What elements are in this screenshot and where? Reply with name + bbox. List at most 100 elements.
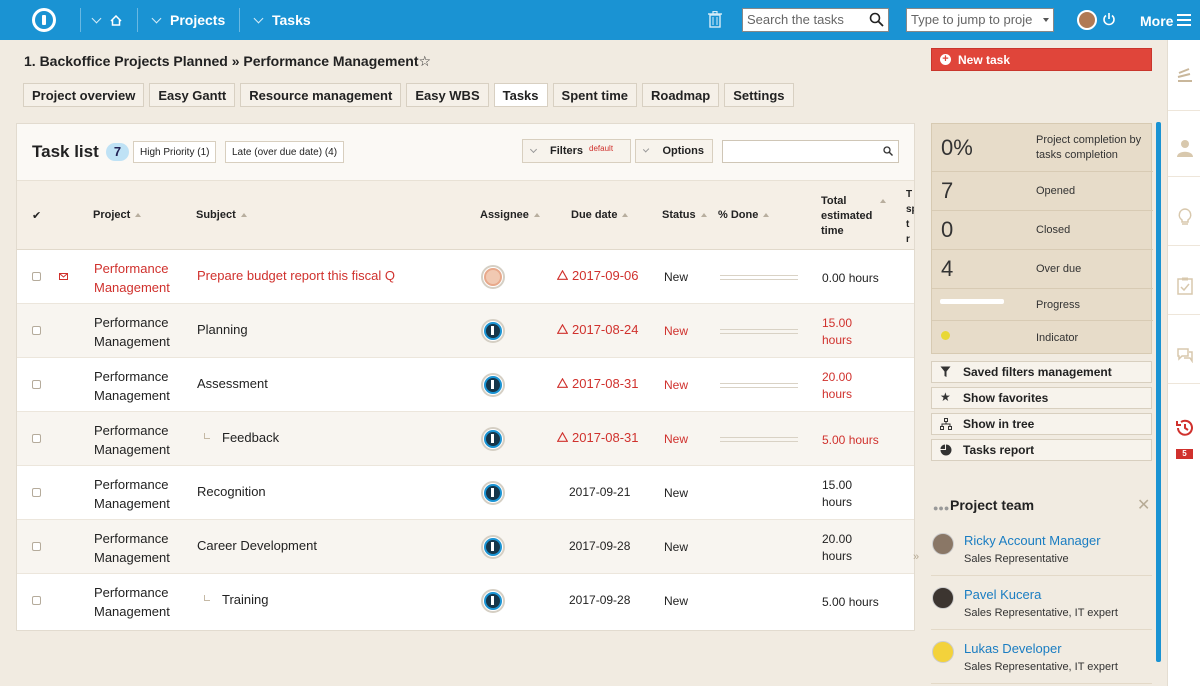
- collapse-sidebar-icon[interactable]: »: [913, 551, 919, 563]
- project-line-2: Management: [94, 442, 170, 457]
- more-menu-label[interactable]: More: [1140, 13, 1173, 29]
- hamburger-icon[interactable]: [1177, 14, 1191, 29]
- project-cell[interactable]: Performance Management: [94, 529, 189, 567]
- subject-cell[interactable]: Feedback: [204, 430, 279, 445]
- subject-cell[interactable]: Career Development: [197, 538, 317, 553]
- tasks-report-button[interactable]: Tasks report: [931, 439, 1152, 461]
- stat-overdue[interactable]: 4 Over due: [932, 250, 1153, 289]
- breadcrumb-text[interactable]: 1. Backoffice Projects Planned » Perform…: [24, 53, 418, 69]
- project-cell[interactable]: Performance Management: [94, 259, 189, 297]
- stat-opened[interactable]: 7 Opened: [932, 172, 1153, 211]
- tab-settings[interactable]: Settings: [724, 83, 794, 107]
- app-logo-icon[interactable]: [32, 8, 56, 32]
- member-avatar[interactable]: [932, 587, 954, 609]
- row-checkbox[interactable]: [32, 380, 41, 389]
- team-member[interactable]: Lukas Developer Sales Representative, IT…: [931, 634, 1152, 684]
- scrollbar[interactable]: [1156, 122, 1161, 662]
- assignee-avatar[interactable]: [481, 535, 505, 559]
- column-assignee[interactable]: Assignee: [480, 209, 540, 221]
- late-filter-pill[interactable]: Late (over due date) (4): [225, 141, 345, 163]
- table-row[interactable]: Performance Management Assessment 2017-08…: [17, 358, 914, 412]
- rail-item-user[interactable]: [1168, 120, 1200, 177]
- trash-icon[interactable]: [708, 11, 722, 28]
- tab-tasks[interactable]: Tasks: [493, 83, 548, 107]
- assignee-avatar[interactable]: [481, 481, 505, 505]
- tab-easy-gantt[interactable]: Easy Gantt: [149, 83, 236, 107]
- table-row[interactable]: Performance Management Training 2017-09-2…: [17, 574, 914, 628]
- tasks-menu[interactable]: Tasks: [253, 0, 311, 40]
- show-favorites-button[interactable]: ★ Show favorites: [931, 387, 1152, 409]
- user-avatar[interactable]: [1077, 10, 1097, 30]
- tab-resource-management[interactable]: Resource management: [240, 83, 402, 107]
- member-name[interactable]: Lukas Developer: [964, 641, 1062, 656]
- envelope-icon[interactable]: [59, 273, 68, 280]
- rail-item-chat[interactable]: [1168, 327, 1200, 384]
- rail-item-checklist[interactable]: [1168, 258, 1200, 315]
- assignee-avatar[interactable]: [481, 265, 505, 289]
- column-done[interactable]: % Done: [718, 209, 770, 221]
- task-list-search-input[interactable]: [722, 140, 899, 163]
- table-row[interactable]: Performance Management Career Development…: [17, 520, 914, 574]
- column-status[interactable]: Status: [662, 209, 707, 221]
- subject-cell[interactable]: Assessment: [197, 376, 268, 391]
- assignee-avatar[interactable]: [481, 373, 505, 397]
- column-spent-time-cut[interactable]: T sp t r: [906, 187, 914, 247]
- projects-menu[interactable]: Projects: [151, 0, 225, 40]
- assignee-avatar[interactable]: [481, 589, 505, 613]
- power-icon[interactable]: [1102, 12, 1116, 26]
- table-row[interactable]: Performance Management Feedback 2017-08-3…: [17, 412, 914, 466]
- tab-roadmap[interactable]: Roadmap: [642, 83, 720, 107]
- close-icon[interactable]: ✕: [1137, 495, 1150, 515]
- saved-filters-button[interactable]: Saved filters management: [931, 361, 1152, 383]
- show-in-tree-button[interactable]: Show in tree: [931, 413, 1152, 435]
- project-cell[interactable]: Performance Management: [94, 367, 189, 405]
- subject-cell[interactable]: Recognition: [197, 484, 266, 499]
- project-cell[interactable]: Performance Management: [94, 421, 189, 459]
- row-checkbox[interactable]: [32, 596, 41, 605]
- table-row[interactable]: Performance Management Recognition 2017-0…: [17, 466, 914, 520]
- member-name[interactable]: Ricky Account Manager: [964, 533, 1101, 548]
- rail-item-history[interactable]: [1168, 396, 1200, 486]
- subject-cell[interactable]: Training: [204, 592, 268, 607]
- search-icon[interactable]: [883, 146, 893, 156]
- filters-button[interactable]: Filters default: [522, 139, 631, 163]
- row-checkbox[interactable]: [32, 488, 41, 497]
- project-cell[interactable]: Performance Management: [94, 583, 189, 621]
- high-priority-filter-pill[interactable]: High Priority (1): [133, 141, 217, 163]
- project-cell[interactable]: Performance Management: [94, 313, 189, 351]
- new-task-button[interactable]: + New task: [931, 48, 1152, 71]
- home-nav[interactable]: [91, 0, 122, 40]
- team-member[interactable]: Ricky Account Manager Sales Representati…: [931, 526, 1152, 576]
- member-avatar[interactable]: [932, 641, 954, 663]
- stat-closed[interactable]: 0 Closed: [932, 211, 1153, 250]
- star-icon[interactable]: ☆: [418, 53, 431, 69]
- select-all-checkmark-icon[interactable]: ✔: [32, 209, 41, 222]
- row-checkbox[interactable]: [32, 434, 41, 443]
- jump-to-project-select[interactable]: Type to jump to proje: [906, 8, 1054, 32]
- tab-project-overview[interactable]: Project overview: [23, 83, 145, 107]
- row-checkbox[interactable]: [32, 326, 41, 335]
- column-estimated-time[interactable]: Total estimated time: [821, 194, 887, 239]
- table-row[interactable]: Performance Management Prepare budget rep…: [17, 250, 914, 304]
- options-button[interactable]: Options: [635, 139, 713, 163]
- column-subject[interactable]: Subject: [196, 209, 247, 221]
- subject-cell[interactable]: Prepare budget report this fiscal Q: [197, 268, 395, 283]
- assignee-avatar[interactable]: [481, 319, 505, 343]
- search-icon[interactable]: [869, 12, 884, 27]
- tab-easy-wbs[interactable]: Easy WBS: [406, 83, 489, 107]
- column-project[interactable]: Project: [93, 209, 142, 221]
- column-due-date[interactable]: Due date: [571, 209, 629, 221]
- table-row[interactable]: Performance Management Planning 2017-08-2…: [17, 304, 914, 358]
- search-input[interactable]: Search the tasks: [742, 8, 889, 32]
- rail-item-ideas[interactable]: [1168, 189, 1200, 246]
- team-member[interactable]: Pavel Kucera Sales Representative, IT ex…: [931, 580, 1152, 630]
- row-checkbox[interactable]: [32, 272, 41, 281]
- rail-item-activity[interactable]: [1168, 40, 1200, 111]
- row-checkbox[interactable]: [32, 542, 41, 551]
- project-cell[interactable]: Performance Management: [94, 475, 189, 513]
- member-name[interactable]: Pavel Kucera: [964, 587, 1041, 602]
- assignee-avatar[interactable]: [481, 427, 505, 451]
- subject-cell[interactable]: Planning: [197, 322, 248, 337]
- tab-spent-time[interactable]: Spent time: [552, 83, 637, 107]
- member-avatar[interactable]: [932, 533, 954, 555]
